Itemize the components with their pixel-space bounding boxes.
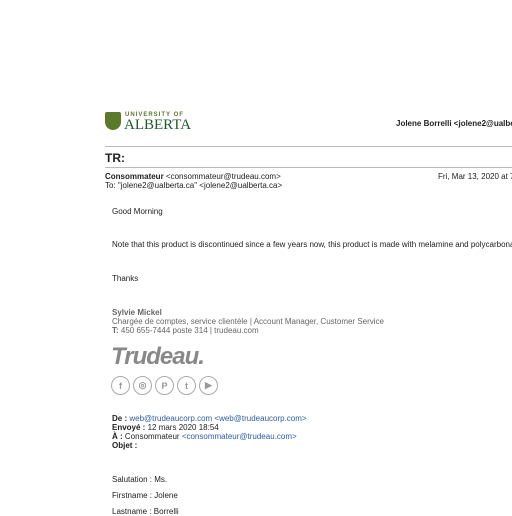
to-email-link[interactable]: <consommateur@trudeau.com>: [182, 432, 297, 441]
to-label: À :: [112, 432, 123, 441]
note: Note that this product is discontinued s…: [112, 240, 512, 249]
sent-value: 12 mars 2020 18:54: [145, 423, 219, 432]
signature-name: Sylvie Mickel: [112, 308, 162, 317]
trudeau-logo: Trudeau.: [111, 343, 205, 370]
phone-label: T:: [112, 326, 119, 335]
from-email-link[interactable]: <web@trudeaucorp.com>: [212, 414, 306, 423]
from-label: De :: [112, 414, 128, 423]
field-firstname: Firstname : Jolene: [112, 491, 178, 500]
sender-name: Consommateur: [105, 172, 164, 181]
logo-text-main: ALBERTA: [124, 117, 192, 133]
phone-value: 450 655-7444 poste 314 | trudeau.com: [118, 326, 259, 335]
from-link[interactable]: web@trudeaucorp.com: [127, 414, 212, 423]
pinterest-icon[interactable]: P: [155, 376, 174, 395]
forward-from: De : web@trudeaucorp.com <web@trudeaucor…: [112, 414, 307, 423]
forward-sent: Envoyé : 12 mars 2020 18:54: [112, 423, 219, 432]
signature-phone: T: 450 655-7444 poste 314 | trudeau.com: [112, 326, 259, 335]
instagram-icon[interactable]: ◎: [133, 376, 152, 395]
shield-icon: [105, 112, 121, 130]
recipient: To: "jolene2@ualberta.ca" <jolene2@ualbe…: [105, 181, 283, 190]
signature-title: Chargée de comptes, service clientèle | …: [112, 317, 384, 326]
forward-subject: Objet :: [112, 441, 138, 450]
to-name: Consommateur: [122, 432, 182, 441]
sender: Consommateur <consommateur@trudeau.com>: [105, 172, 281, 181]
message-date: Fri, Mar 13, 2020 at 7: [438, 172, 512, 181]
twitter-icon[interactable]: t: [177, 376, 196, 395]
facebook-icon[interactable]: f: [111, 376, 130, 395]
social-icons: f ◎ P t ▶: [111, 376, 218, 395]
field-salutation: Salutation : Ms.: [112, 475, 168, 484]
email-subject: TR:: [105, 151, 125, 165]
thanks: Thanks: [112, 274, 139, 283]
account-name: Jolene Borrelli <jolene2@ualbe: [396, 119, 512, 128]
forward-to: À : Consommateur <consommateur@trudeau.c…: [112, 432, 297, 441]
sender-email: <consommateur@trudeau.com>: [165, 172, 281, 181]
divider: [105, 146, 512, 147]
divider: [105, 167, 512, 168]
youtube-icon[interactable]: ▶: [199, 376, 218, 395]
sent-label: Envoyé :: [112, 423, 146, 432]
greeting: Good Morning: [112, 207, 163, 216]
